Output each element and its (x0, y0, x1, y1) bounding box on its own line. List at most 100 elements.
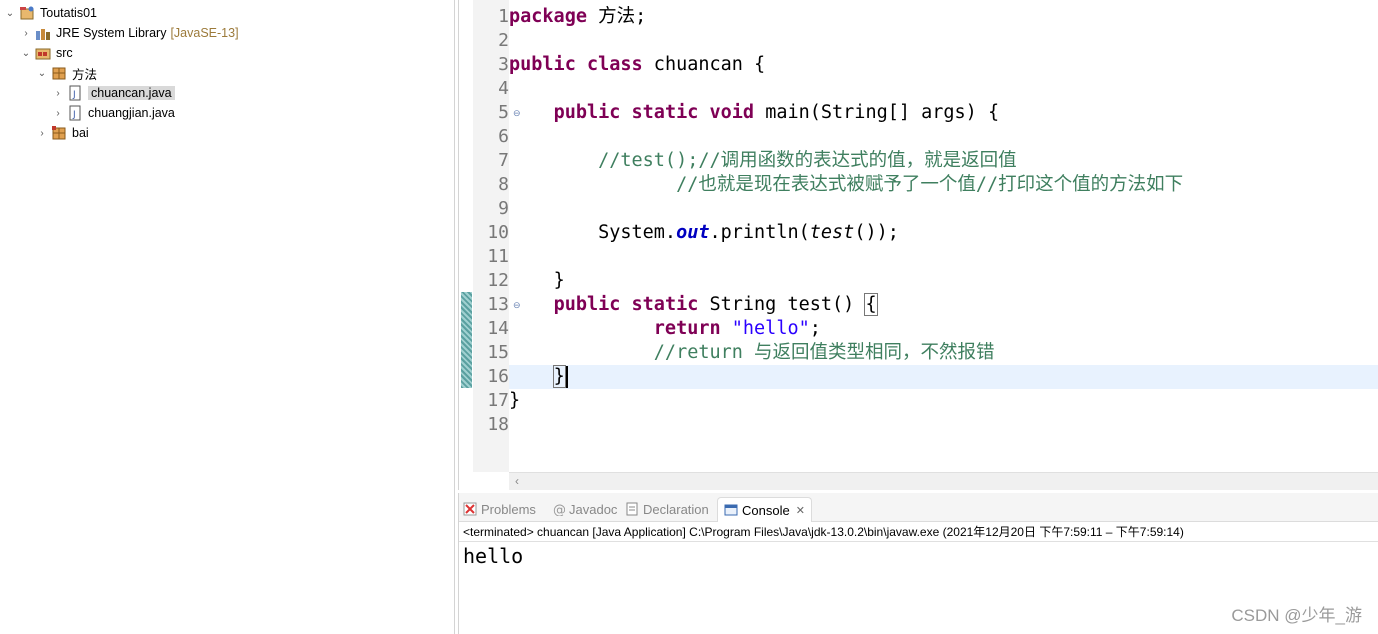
line-number: 18 (487, 414, 509, 435)
keyword: return (653, 318, 721, 339)
horizontal-scrollbar[interactable]: ‹ (509, 472, 1378, 490)
line-number: 3 (498, 54, 509, 75)
tab-javadoc[interactable]: @ Javadoc (551, 497, 617, 521)
code-text: } (553, 270, 565, 291)
keyword: public (553, 294, 621, 315)
chevron-down-icon[interactable]: ⌄ (20, 47, 32, 59)
code-editor[interactable]: 1 2 3 4 5 6 7 8 9 10 11 12 13 14 15 16 1… (458, 0, 1378, 490)
svg-text:J: J (72, 90, 76, 100)
line-number: 4 (498, 78, 509, 99)
divider (459, 541, 1378, 542)
scroll-left-icon[interactable]: ‹ (515, 473, 519, 489)
keyword: static (631, 294, 699, 315)
line-number: 12 (487, 270, 509, 291)
tab-label: Javadoc (569, 501, 618, 517)
code-line: package 方法; (509, 5, 1378, 29)
tree-item-src[interactable]: ⌄ src (20, 43, 73, 63)
chevron-right-icon[interactable]: › (20, 27, 32, 39)
line-number: 16 (487, 366, 509, 387)
code-line: //也就是现在表达式被赋予了一个值//打印这个值的方法如下 (509, 173, 1378, 197)
string-literal: "hello" (731, 318, 810, 339)
file-label-chuancan: chuancan.java (88, 86, 175, 100)
tree-item-file[interactable]: › J chuangjian.java (52, 103, 175, 123)
line-number: 8 (498, 174, 509, 195)
close-icon[interactable]: ✕ (796, 504, 805, 517)
tab-label: Declaration (643, 501, 709, 517)
tree-item-project[interactable]: ⌄ Toutatis01 (4, 3, 97, 23)
chevron-down-icon[interactable]: ⌄ (4, 7, 16, 19)
keyword: public (553, 102, 621, 123)
code-area[interactable]: package 方法; public class chuancan { publ… (509, 0, 1378, 472)
code-text: chuancan { (642, 54, 766, 75)
library-icon (35, 25, 51, 41)
jre-version: [JavaSE-13] (170, 26, 239, 40)
console-icon (724, 503, 738, 517)
line-number: 6 (498, 126, 509, 147)
keyword: static (631, 102, 699, 123)
code-text: System. (598, 222, 677, 243)
chevron-right-icon[interactable]: › (36, 127, 48, 139)
declaration-icon (625, 502, 639, 516)
line-number: 9 (498, 198, 509, 219)
chevron-right-icon[interactable]: › (52, 107, 64, 119)
package-label: bai (72, 126, 89, 140)
code-line: public static String test() { (509, 293, 1378, 317)
code-line: public class chuancan { (509, 53, 1378, 77)
chevron-down-icon[interactable]: ⌄ (36, 67, 48, 79)
code-line-current: } (509, 365, 1378, 389)
src-label: src (56, 46, 73, 60)
problems-icon (463, 502, 477, 516)
tab-label: Problems (481, 501, 536, 517)
line-number: 15 (487, 342, 509, 363)
chevron-right-icon[interactable]: › (52, 87, 64, 99)
tree-item-package[interactable]: › bai (36, 123, 89, 143)
line-number: 17 (487, 390, 509, 411)
tree-item-file[interactable]: › J chuancan.java (52, 83, 175, 103)
console-output[interactable]: hello (463, 543, 523, 569)
comment: //return 与返回值类型相同，不然报错 (653, 342, 995, 363)
jre-label: JRE System Library (56, 26, 167, 40)
code-text: .println( (709, 222, 810, 243)
code-text: main(String[] args) { (754, 102, 1000, 123)
package-icon (51, 125, 67, 141)
code-line: return "hello"; (509, 317, 1378, 341)
tab-console[interactable]: Console ✕ (717, 497, 812, 522)
comment: //test();//调用函数的表达式的值，就是返回值 (598, 150, 1017, 171)
static-field: out (676, 222, 710, 243)
code-line: } (509, 389, 1378, 413)
tab-declaration[interactable]: Declaration (625, 497, 709, 521)
tree-item-package[interactable]: ⌄ 方法 (36, 63, 97, 83)
file-label-chuangjian: chuangjian.java (88, 106, 175, 120)
code-text: } (509, 390, 521, 411)
code-text: ; (809, 318, 821, 339)
code-line: public static void main(String[] args) { (509, 101, 1378, 125)
keyword: void (709, 102, 755, 123)
line-number: 5 (498, 102, 509, 123)
javadoc-icon: @ (551, 502, 566, 518)
project-label: Toutatis01 (40, 6, 97, 20)
comment: //也就是现在表达式被赋予了一个值//打印这个值的方法如下 (676, 174, 1184, 195)
svg-text:J: J (72, 110, 76, 120)
line-number-ruler: 1 2 3 4 5 6 7 8 9 10 11 12 13 14 15 16 1… (473, 0, 521, 472)
keyword: class (586, 54, 643, 75)
tab-problems[interactable]: Problems (463, 497, 536, 521)
matching-bracket: { (864, 293, 878, 316)
java-file-icon: J (67, 85, 83, 101)
matching-bracket: } (552, 365, 566, 388)
tree-item-jre[interactable]: › JRE System Library [JavaSE-13] (20, 23, 239, 43)
java-file-icon: J (67, 105, 83, 121)
method-call: test (809, 222, 855, 243)
java-project-icon (19, 5, 35, 21)
svg-text:@: @ (553, 503, 565, 516)
console-status: <terminated> chuancan [Java Application]… (463, 525, 1184, 539)
source-folder-icon (35, 45, 51, 61)
tab-label: Console (742, 502, 790, 518)
watermark: CSDN @少年_游 (1231, 606, 1362, 625)
package-icon (51, 65, 67, 81)
text-caret (565, 366, 568, 388)
code-text: ()); (854, 222, 899, 243)
line-number: 7 (498, 150, 509, 171)
line-number: 10 (487, 222, 509, 243)
keyword: public (509, 54, 576, 75)
view-tab-bar: Problems @ Javadoc Declaration Console ✕ (459, 493, 1378, 522)
